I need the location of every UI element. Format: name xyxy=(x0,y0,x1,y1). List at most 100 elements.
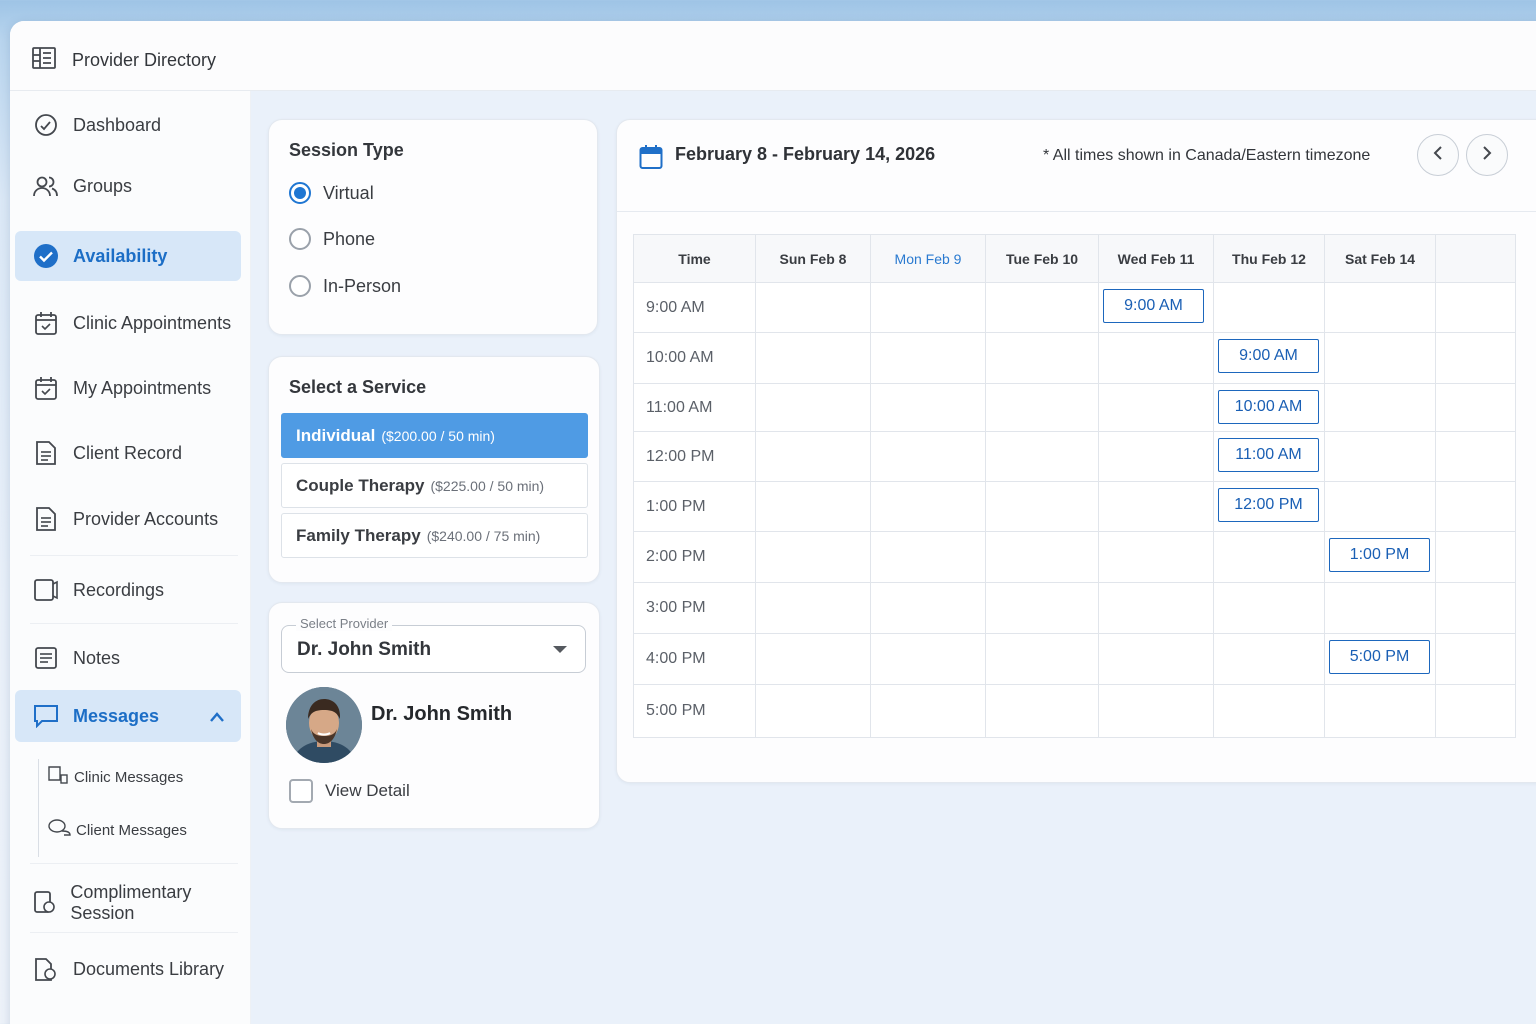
time-slot-button[interactable]: 9:00 AM xyxy=(1103,289,1204,323)
brand[interactable]: Provider Directory xyxy=(32,47,216,74)
grid-cell xyxy=(870,531,986,583)
grid-cell xyxy=(1213,282,1325,333)
service-title: Select a Service xyxy=(289,377,427,397)
provider-card: Select Provider Dr. John Smith Dr. John … xyxy=(268,602,600,829)
service-option-couple-therapy[interactable]: Couple Therapy ($225.00 / 50 min) xyxy=(281,463,588,508)
grid-cell xyxy=(985,332,1099,384)
prev-week-button[interactable] xyxy=(1417,134,1459,176)
sidebar-item-complimentary-session[interactable]: Complimentary Session xyxy=(15,878,241,928)
grid-cell xyxy=(755,582,871,634)
grid-cell xyxy=(755,684,871,738)
grid-cell xyxy=(1324,431,1436,482)
service-name: Family Therapy xyxy=(296,525,421,545)
service-name: Couple Therapy xyxy=(296,475,425,495)
grid-cell xyxy=(985,282,1099,333)
provider-select[interactable]: Select Provider Dr. John Smith xyxy=(281,616,586,673)
grid-cell xyxy=(1098,481,1214,532)
select-value: Dr. John Smith xyxy=(297,639,432,660)
sidebar-item-notes[interactable]: Notes xyxy=(15,633,241,683)
radio-label: In-Person xyxy=(323,275,402,296)
calendar-icon xyxy=(33,375,59,401)
grid-cell xyxy=(1324,481,1436,532)
grid-cell xyxy=(985,431,1099,482)
column-header-day: Tue Feb 10 xyxy=(985,234,1099,283)
time-slot-button[interactable]: 12:00 PM xyxy=(1218,488,1319,522)
radio-button[interactable] xyxy=(289,182,311,204)
sidebar-item-availability[interactable]: Availability xyxy=(15,231,241,281)
sidebar-item-label: Documents Library xyxy=(73,958,225,979)
grid-cell xyxy=(870,633,986,685)
sidebar-item-documents-library[interactable]: Documents Library xyxy=(15,944,241,994)
view-detail-checkbox-row[interactable]: View Detail xyxy=(289,779,410,803)
grid-cell xyxy=(870,282,986,333)
grid-row: 2:00 PM 1:00 PM xyxy=(633,531,1516,583)
view-detail-checkbox[interactable] xyxy=(289,779,313,803)
availability-grid: Time Sun Feb 8 Mon Feb 9 Tue Feb 10 Wed Feb … xyxy=(633,234,1516,738)
sidebar-item-client-record[interactable]: Client Record xyxy=(15,428,241,478)
date-range: February 8 - February 14, 2026 xyxy=(675,144,936,164)
radio-in-person[interactable]: In-Person xyxy=(289,275,401,297)
chevron-up-icon[interactable] xyxy=(209,707,225,728)
sidebar-subitem-clinic-messages[interactable]: Clinic Messages xyxy=(48,765,183,789)
sidebar-subitem-client-messages[interactable]: Client Messages xyxy=(48,818,187,842)
radio-phone[interactable]: Phone xyxy=(289,228,375,250)
library-icon xyxy=(33,956,59,982)
sidebar-item-groups[interactable]: Groups xyxy=(15,161,241,211)
time-slot-button[interactable]: 11:00 AM xyxy=(1218,438,1319,472)
sidebar-item-label: Provider Accounts xyxy=(73,508,219,529)
service-name: Individual xyxy=(296,425,376,445)
grid-cell xyxy=(985,684,1099,738)
grid-cell xyxy=(1213,531,1325,583)
sidebar-item-label: Recordings xyxy=(73,579,165,600)
sidebar-item-label: Messages xyxy=(73,705,160,726)
grid-body: 9:00 AM 9:00 AM 10:00 AM 9:00 AM 11:00 AM 10:… xyxy=(633,282,1516,738)
directory-icon xyxy=(32,47,56,74)
app-window: Provider Directory Dashboard Groups Avai… xyxy=(10,21,1536,1024)
divider xyxy=(30,555,238,556)
calendar-header: February 8 - February 14, 2026 * All tim… xyxy=(617,120,1536,212)
grid-cell xyxy=(985,531,1099,583)
radio-label: Phone xyxy=(323,228,376,249)
grid-cell xyxy=(755,282,871,333)
radio-virtual[interactable]: Virtual xyxy=(289,182,374,204)
divider xyxy=(30,932,238,933)
service-price: ($200.00 / 50 min) xyxy=(381,427,495,444)
dashboard-icon xyxy=(33,112,59,138)
grid-cell xyxy=(985,383,1099,432)
service-option-family-therapy[interactable]: Family Therapy ($240.00 / 75 min) xyxy=(281,513,588,558)
column-header-day xyxy=(1435,234,1516,283)
grid-cell xyxy=(755,383,871,432)
grid-cell xyxy=(1098,383,1214,432)
radio-button[interactable] xyxy=(289,228,311,250)
client-messages-icon xyxy=(48,818,72,842)
column-header-day: Wed Feb 11 xyxy=(1098,234,1214,283)
caret-down-icon xyxy=(553,646,567,653)
grid-cell xyxy=(1435,431,1516,482)
time-slot-button[interactable]: 10:00 AM xyxy=(1218,390,1319,424)
sidebar-item-recordings[interactable]: Recordings xyxy=(15,565,241,615)
time-label: 5:00 PM xyxy=(633,684,756,738)
time-label: 1:00 PM xyxy=(633,481,756,532)
time-slot-button[interactable]: 5:00 PM xyxy=(1329,640,1430,674)
service-price: ($225.00 / 50 min) xyxy=(430,477,545,494)
avatar xyxy=(286,687,362,763)
grid-header-row: Time Sun Feb 8 Mon Feb 9 Tue Feb 10 Wed Feb … xyxy=(633,234,1516,283)
grid-cell xyxy=(1324,282,1436,333)
notes-icon xyxy=(33,645,59,671)
sidebar-item-messages[interactable]: Messages xyxy=(15,690,241,742)
next-week-button[interactable] xyxy=(1466,134,1508,176)
sidebar-item-provider-accounts[interactable]: Provider Accounts xyxy=(15,494,241,544)
grid-row: 9:00 AM 9:00 AM xyxy=(633,282,1516,333)
radio-button[interactable] xyxy=(289,275,311,297)
grid-cell xyxy=(870,582,986,634)
time-slot-button[interactable]: 9:00 AM xyxy=(1218,339,1319,373)
sidebar-item-my-appointments[interactable]: My Appointments xyxy=(15,363,241,413)
time-slot-button[interactable]: 1:00 PM xyxy=(1329,538,1430,572)
grid-cell xyxy=(1098,332,1214,384)
grid-cell: 10:00 AM xyxy=(1213,383,1325,432)
column-header-day: Sun Feb 8 xyxy=(755,234,871,283)
sidebar-item-dashboard[interactable]: Dashboard xyxy=(15,100,241,150)
sidebar-item-clinic-appointments[interactable]: Clinic Appointments xyxy=(15,298,241,348)
service-option-individual[interactable]: Individual ($200.00 / 50 min) xyxy=(281,413,588,458)
time-label: 10:00 AM xyxy=(633,332,756,384)
